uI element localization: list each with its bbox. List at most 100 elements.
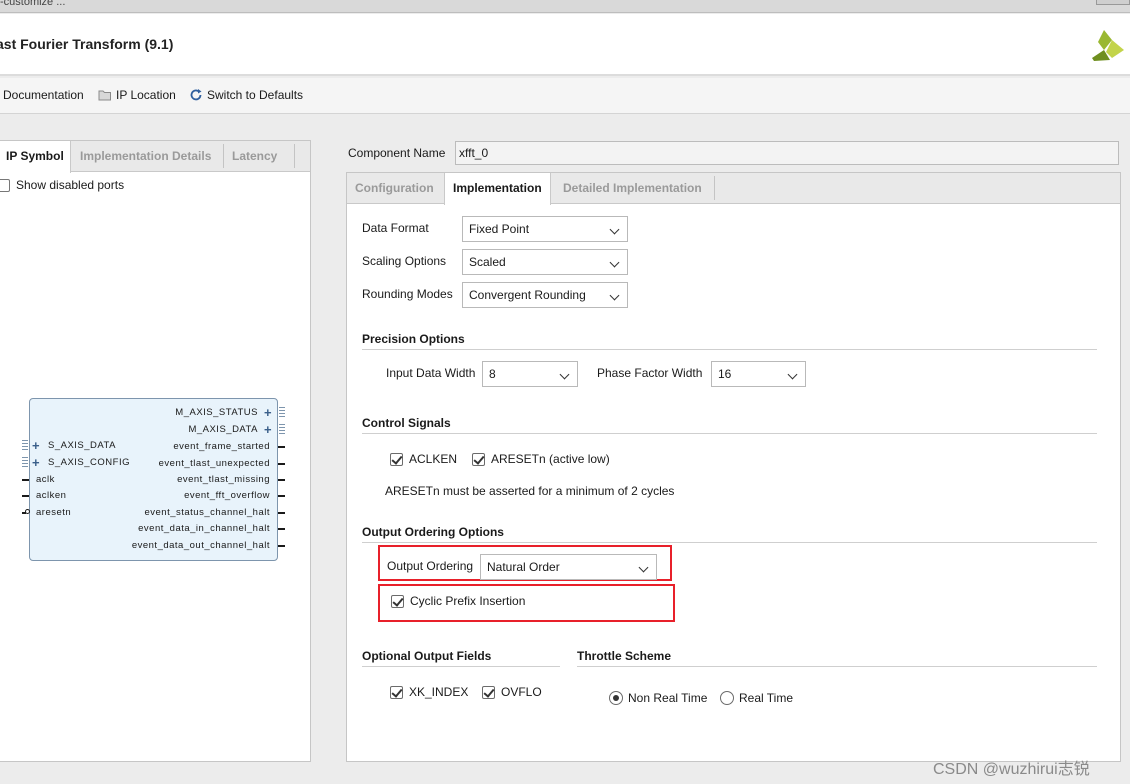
bus-connector-icon [279,424,285,435]
port-event-status-channel-halt: event_status_channel_halt [144,507,270,518]
ip-location-button[interactable]: IP Location [98,88,176,102]
show-disabled-ports-checkbox[interactable]: Show disabled ports [0,178,124,192]
pin-line [278,528,285,530]
data-format-select[interactable]: Fixed Point [462,216,628,242]
pin-line [278,495,285,497]
throttle-scheme-heading: Throttle Scheme [577,649,672,663]
tab-detailed-implementation[interactable]: Detailed Implementation [555,173,710,204]
ip-location-label: IP Location [116,88,176,102]
switch-to-defaults-button[interactable]: Switch to Defaults [189,88,303,102]
watermark-text: CSDN @wuzhirui志锐 [933,761,1090,778]
non-real-time-label: Non Real Time [628,691,708,705]
ovflo-label: OVFLO [501,685,542,699]
non-real-time-radio[interactable]: Non Real Time [609,691,707,705]
component-name-input[interactable]: xfft_0 [455,141,1119,165]
window-close-button[interactable] [1096,0,1130,5]
switch-to-defaults-label: Switch to Defaults [207,88,304,102]
input-data-width-value: 8 [489,367,496,381]
xk-index-label: XK_INDEX [409,685,469,699]
left-tab-bar: IP Symbol Implementation Details Latency [0,141,310,173]
precision-options-heading: Precision Options [362,332,465,346]
expand-plus-icon[interactable]: + [32,439,40,452]
section-divider [362,349,1097,350]
data-format-value: Fixed Point [469,222,530,236]
ip-symbol-block: M_AXIS_STATUS + M_AXIS_DATA + event_fram… [22,398,285,561]
real-time-label: Real Time [739,691,794,705]
right-tab-bar: Configuration Implementation Detailed Im… [347,173,1120,205]
expand-plus-icon[interactable]: + [264,423,272,436]
xilinx-logo-icon [1092,30,1124,61]
scaling-options-select[interactable]: Scaled [462,249,628,275]
chevron-down-icon [638,562,649,573]
refresh-icon [190,89,202,101]
aresetn-note: ARESETn must be asserted for a minimum o… [385,484,675,498]
phase-factor-width-select[interactable]: 16 [711,361,806,387]
pin-line [278,545,285,547]
control-signals-heading: Control Signals [362,416,451,430]
bus-connector-icon [22,457,28,468]
port-aclk: aclk [36,474,55,485]
tab-separator [714,176,715,200]
pin-line [278,446,285,448]
chevron-down-icon [609,290,620,301]
folder-icon [98,90,111,101]
rounding-modes-value: Convergent Rounding [469,288,586,302]
output-ordering-select[interactable]: Natural Order [480,554,657,580]
xk-index-checkbox[interactable]: XK_INDEX [390,685,468,699]
dialog-header: ast Fourier Transform (9.1) [0,14,1130,76]
scaling-options-value: Scaled [469,255,506,269]
checkbox-box [472,452,485,466]
cyclic-prefix-insertion-checkbox[interactable]: Cyclic Prefix Insertion [391,594,525,608]
port-event-data-in-channel-halt: event_data_in_channel_halt [138,523,270,534]
active-low-bubble-icon [25,509,30,514]
checkbox-box [482,685,495,699]
documentation-button[interactable]: Documentation [3,88,84,102]
pin-line [22,479,29,481]
port-event-fft-overflow: event_fft_overflow [184,490,270,501]
ovflo-checkbox[interactable]: OVFLO [482,685,542,699]
pin-line [278,479,285,481]
expand-plus-icon[interactable]: + [264,406,272,419]
aresetn-label: ARESETn (active low) [491,452,610,466]
expand-plus-icon[interactable]: + [32,456,40,469]
pin-line [278,463,285,465]
rounding-modes-select[interactable]: Convergent Rounding [462,282,628,308]
checkbox-box [0,178,10,192]
bus-connector-icon [279,407,285,418]
phase-factor-width-label: Phase Factor Width [597,366,703,380]
window-title: -customize ... [0,0,66,8]
show-disabled-ports-label: Show disabled ports [16,178,125,192]
implementation-panel: Configuration Implementation Detailed Im… [346,172,1121,762]
port-s-axis-config: S_AXIS_CONFIG [48,457,130,468]
pin-line [278,512,285,514]
aclken-checkbox[interactable]: ACLKEN [390,452,457,466]
data-format-label: Data Format [362,221,429,235]
aresetn-checkbox[interactable]: ARESETn (active low) [472,452,610,466]
tab-ip-symbol[interactable]: IP Symbol [0,141,71,173]
tab-implementation[interactable]: Implementation [444,173,551,205]
output-ordering-value: Natural Order [487,560,560,574]
real-time-radio[interactable]: Real Time [720,691,793,705]
pin-line [22,495,29,497]
component-name-label: Component Name [348,146,446,160]
port-aclken: aclken [36,490,67,501]
tab-separator [294,144,295,168]
tab-configuration[interactable]: Configuration [347,173,442,204]
port-aresetn: aresetn [36,507,72,518]
chevron-down-icon [609,224,620,235]
section-divider [577,666,1097,667]
radio-button [720,691,734,705]
port-event-tlast-missing: event_tlast_missing [177,474,270,485]
dialog-title: ast Fourier Transform (9.1) [0,36,174,52]
port-event-tlast-unexpected: event_tlast_unexpected [158,458,270,469]
tab-implementation-details[interactable]: Implementation Details [74,141,217,172]
phase-factor-width-value: 16 [718,367,732,381]
cyclic-prefix-insertion-label: Cyclic Prefix Insertion [410,594,526,608]
input-data-width-select[interactable]: 8 [482,361,578,387]
bus-connector-icon [22,440,28,451]
tab-latency[interactable]: Latency [226,141,283,172]
scaling-options-label: Scaling Options [362,254,447,268]
port-m-axis-data: M_AXIS_DATA [188,424,258,435]
port-event-data-out-channel-halt: event_data_out_channel_halt [131,540,270,551]
checkbox-box [390,452,403,466]
